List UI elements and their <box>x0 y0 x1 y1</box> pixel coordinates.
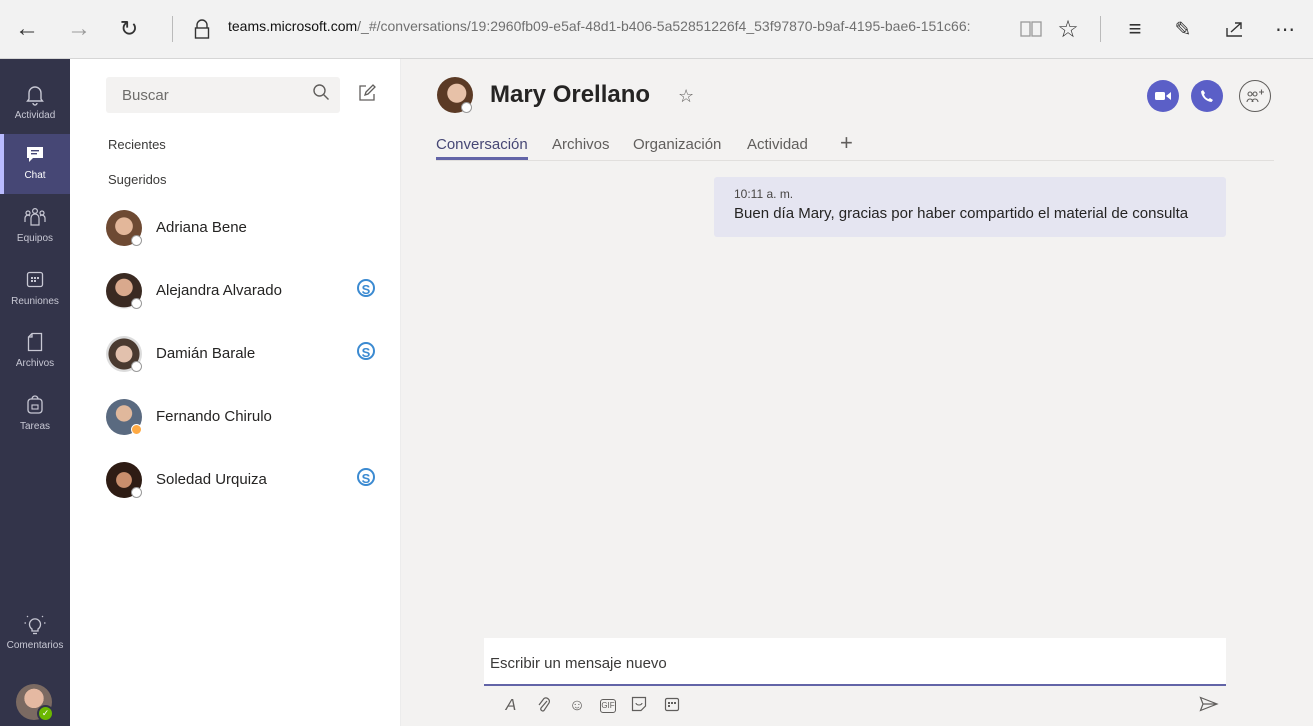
offline-presence-icon <box>131 235 142 246</box>
rail-label: Actividad <box>14 110 56 121</box>
more-icon[interactable]: ⋯ <box>1270 14 1300 44</box>
rail-item-meetings[interactable]: Reuniones <box>0 260 70 320</box>
suggested-section-label: Sugeridos <box>108 172 167 187</box>
contact-item[interactable]: Fernando Chirulo <box>106 396 376 442</box>
chat-list-pane: Recientes Sugeridos Adriana Bene Alejand… <box>70 59 401 726</box>
app-rail: Actividad Chat Equipos Reuniones Archivo… <box>0 59 70 726</box>
add-people-icon <box>1245 89 1265 103</box>
calendar-icon <box>0 270 70 294</box>
search-icon[interactable] <box>312 83 330 106</box>
tab-conversation[interactable]: Conversación <box>436 136 528 160</box>
back-icon[interactable]: ← <box>12 14 42 44</box>
reading-view-icon[interactable] <box>1018 14 1044 44</box>
separator <box>172 16 173 42</box>
message-text: Buen día Mary, gracias por haber compart… <box>734 205 1189 222</box>
tab-activity[interactable]: Actividad <box>747 136 808 153</box>
skype-icon: S <box>357 279 375 297</box>
notes-pen-icon[interactable]: ✎ <box>1168 14 1198 44</box>
add-people-button[interactable] <box>1239 80 1271 112</box>
rail-item-files[interactable]: Archivos <box>0 322 70 382</box>
rail-label: Archivos <box>15 358 55 369</box>
conversation-pane: Mary Orellano ☆ Conversación Archivos Or… <box>401 59 1313 726</box>
contact-name: Alejandra Alvarado <box>156 282 282 299</box>
offline-presence-icon <box>461 102 472 113</box>
message-input[interactable] <box>488 654 1192 673</box>
hub-icon[interactable]: ≡ <box>1120 14 1150 44</box>
contact-item[interactable]: Alejandra Alvarado S <box>106 270 376 316</box>
url-host: teams.microsoft.com <box>228 18 358 34</box>
skype-icon: S <box>357 342 375 360</box>
chat-icon <box>0 144 70 168</box>
user-avatar[interactable]: ✓ <box>16 684 54 722</box>
audio-call-button[interactable] <box>1191 80 1223 112</box>
offline-presence-icon <box>131 487 142 498</box>
conversation-tabs: Conversación Archivos Organización Activ… <box>436 130 1274 161</box>
forward-icon[interactable]: → <box>64 14 94 44</box>
contact-item[interactable]: Soledad Urquiza S <box>106 459 376 505</box>
lock-icon <box>192 14 212 44</box>
rail-item-feedback[interactable]: Comentarios <box>0 604 70 664</box>
recent-section-label[interactable]: Recientes <box>108 137 166 152</box>
favorite-star-icon[interactable]: ☆ <box>678 86 694 107</box>
away-presence-icon <box>131 424 142 435</box>
rail-item-activity[interactable]: Actividad <box>0 74 70 134</box>
tab-organization[interactable]: Organización <box>633 136 721 153</box>
rail-label: Comentarios <box>6 640 64 651</box>
search-box[interactable] <box>106 77 340 113</box>
video-camera-icon <box>1155 87 1171 104</box>
rail-item-tasks[interactable]: Tareas <box>0 385 70 445</box>
contact-name: Damián Barale <box>156 345 256 362</box>
skype-icon: S <box>357 468 375 486</box>
contact-name: Soledad Urquiza <box>156 471 267 488</box>
format-icon[interactable]: A <box>501 696 521 716</box>
contact-name: Fernando Chirulo <box>156 408 272 425</box>
bell-icon <box>0 84 70 108</box>
separator <box>1100 16 1101 42</box>
composer-toolbar: A ☺ GIF <box>501 696 682 718</box>
favorite-star-icon[interactable]: ☆ <box>1054 14 1082 44</box>
add-tab-icon[interactable]: + <box>840 130 853 156</box>
rail-label: Reuniones <box>11 296 59 307</box>
schedule-meeting-icon[interactable] <box>662 696 682 716</box>
file-icon <box>0 332 70 356</box>
message-time: 10:11 a. m. <box>734 187 794 201</box>
lightbulb-icon <box>0 614 70 638</box>
contact-item[interactable]: Damián Barale S <box>106 333 376 379</box>
message-composer[interactable] <box>484 638 1226 686</box>
avatar <box>437 77 473 113</box>
emoji-icon[interactable]: ☺ <box>567 696 587 716</box>
rail-item-chat[interactable]: Chat <box>0 134 70 194</box>
share-icon[interactable] <box>1220 14 1250 44</box>
sticker-icon[interactable] <box>629 696 649 716</box>
attach-icon[interactable] <box>534 696 554 716</box>
browser-toolbar: ← → ↻ teams.microsoft.com/_#/conversatio… <box>0 0 1313 59</box>
gif-icon[interactable]: GIF <box>600 699 616 713</box>
new-chat-icon[interactable] <box>358 84 376 107</box>
page-title: Mary Orellano <box>490 81 651 108</box>
rail-label: Equipos <box>16 233 54 244</box>
phone-icon <box>1200 87 1214 104</box>
rail-item-teams[interactable]: Equipos <box>0 197 70 257</box>
available-presence-icon: ✓ <box>37 705 54 722</box>
offline-presence-icon <box>131 361 142 372</box>
contact-item[interactable]: Adriana Bene <box>106 207 376 253</box>
video-call-button[interactable] <box>1147 80 1179 112</box>
contact-name: Adriana Bene <box>156 219 247 236</box>
tasks-icon <box>0 395 70 419</box>
rail-label: Chat <box>24 170 46 181</box>
offline-presence-icon <box>131 298 142 309</box>
message-bubble[interactable]: 10:11 a. m. Buen día Mary, gracias por h… <box>714 177 1226 237</box>
refresh-icon[interactable]: ↻ <box>114 14 144 44</box>
search-input[interactable] <box>120 86 304 105</box>
rail-label: Tareas <box>19 421 50 432</box>
address-bar[interactable]: teams.microsoft.com/_#/conversations/19:… <box>228 18 1013 34</box>
url-path: /_#/conversations/19:2960fb09-e5af-48d1-… <box>357 18 971 34</box>
send-icon[interactable] <box>1199 696 1219 717</box>
tab-files[interactable]: Archivos <box>552 136 610 153</box>
teams-icon <box>0 207 70 231</box>
